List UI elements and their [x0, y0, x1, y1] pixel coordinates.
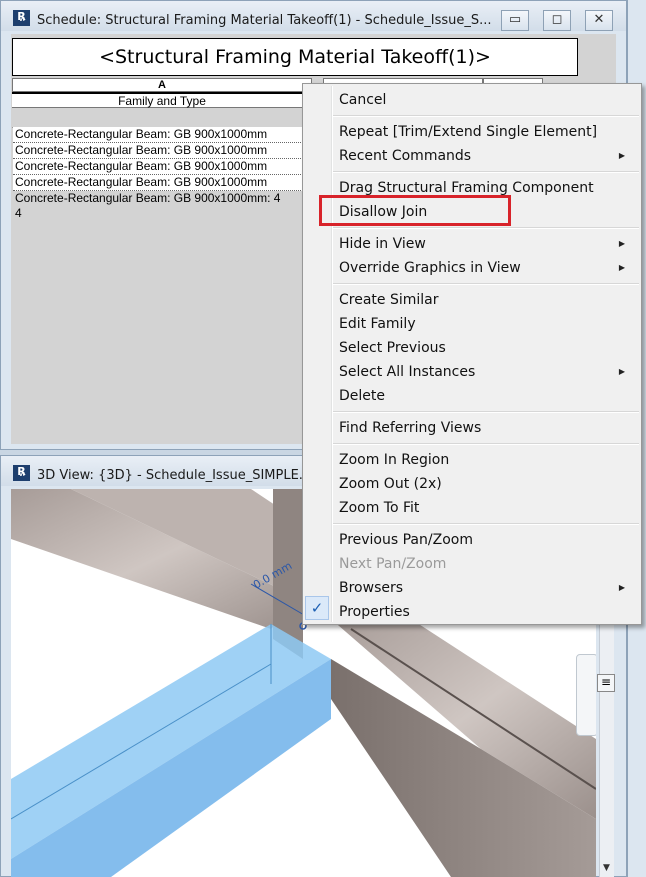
table-row[interactable]: Concrete-Rectangular Beam: GB 900x1000mm [13, 159, 313, 175]
menu-item-label: Zoom In Region [339, 452, 450, 468]
menu-item-edit-family[interactable]: Edit Family [339, 313, 635, 335]
menu-item-zoom-to-fit[interactable]: Zoom To Fit [339, 497, 635, 519]
menu-item-label: Browsers [339, 580, 404, 596]
menu-item-label: Cancel [339, 92, 387, 108]
menu-item-label: Delete [339, 388, 385, 404]
menu-item-properties[interactable]: Properties [339, 601, 635, 623]
menu-item-label: Zoom To Fit [339, 500, 420, 516]
menu-item-zoom-out[interactable]: Zoom Out (2x) [339, 473, 635, 495]
menu-item-create-similar[interactable]: Create Similar [339, 289, 635, 311]
column-name-family-type[interactable]: Family and Type [12, 92, 312, 108]
menu-separator [333, 171, 639, 173]
menu-item-label: Override Graphics in View [339, 260, 521, 276]
table-row[interactable]: Concrete-Rectangular Beam: GB 900x1000mm [13, 175, 313, 191]
navigation-bar[interactable] [576, 654, 596, 736]
submenu-arrow-icon: ▶ [618, 239, 625, 248]
menu-icon-gutter [331, 86, 333, 622]
menu-item-override-graphics[interactable]: Override Graphics in View ▶ [339, 257, 635, 279]
menu-item-label: Select Previous [339, 340, 446, 356]
revit-app-icon[interactable]: R VI [13, 10, 30, 26]
submenu-arrow-icon: ▶ [618, 367, 625, 376]
menu-separator [333, 283, 639, 285]
menu-separator [333, 523, 639, 525]
schedule-title[interactable]: <Structural Framing Material Takeoff(1)> [12, 38, 578, 76]
view-menu-icon[interactable]: ≡ [597, 674, 615, 692]
restore-button[interactable]: ◻ [543, 10, 571, 31]
menu-item-label: Drag Structural Framing Component [339, 180, 594, 196]
column-letter-a[interactable]: A [12, 78, 312, 92]
submenu-arrow-icon: ▶ [618, 151, 625, 160]
menu-item-previous-pan-zoom[interactable]: Previous Pan/Zoom [339, 529, 635, 551]
schedule-column-a-header: A Family and Type [12, 78, 312, 108]
menu-item-label: Select All Instances [339, 364, 476, 380]
submenu-arrow-icon: ▶ [618, 583, 625, 592]
schedule-total-row[interactable]: Concrete-Rectangular Beam: GB 900x1000mm… [13, 191, 315, 221]
minimize-button[interactable]: ▭ [501, 10, 529, 31]
table-row[interactable]: Concrete-Rectangular Beam: GB 900x1000mm [13, 143, 313, 159]
menu-item-label: Repeat [Trim/Extend Single Element] [339, 124, 598, 140]
menu-item-label: Hide in View [339, 236, 426, 252]
schedule-titlebar[interactable]: R VI Schedule: Structural Framing Materia… [1, 1, 626, 31]
schedule-window-title: Schedule: Structural Framing Material Ta… [37, 13, 492, 28]
menu-item-next-pan-zoom: Next Pan/Zoom [339, 553, 635, 575]
schedule-rows: Concrete-Rectangular Beam: GB 900x1000mm… [13, 127, 313, 191]
menu-separator [333, 115, 639, 117]
menu-item-hide-in-view[interactable]: Hide in View ▶ [339, 233, 635, 255]
menu-separator [333, 227, 639, 229]
menu-item-label: Edit Family [339, 316, 416, 332]
menu-item-label: Previous Pan/Zoom [339, 532, 473, 548]
total-count: 4 [15, 206, 22, 220]
close-button[interactable]: ✕ [585, 10, 613, 31]
menu-item-zoom-in-region[interactable]: Zoom In Region [339, 449, 635, 471]
menu-item-recent-commands[interactable]: Recent Commands ▶ [339, 145, 635, 167]
menu-separator [333, 411, 639, 413]
schedule-blank-row [12, 111, 312, 128]
table-row[interactable]: Concrete-Rectangular Beam: GB 900x1000mm [13, 127, 313, 143]
menu-item-select-previous[interactable]: Select Previous [339, 337, 635, 359]
revit-icon-sub: VI [19, 17, 25, 23]
menu-item-label: Zoom Out (2x) [339, 476, 442, 492]
menu-item-repeat[interactable]: Repeat [Trim/Extend Single Element] [339, 121, 635, 143]
scroll-down-arrow-icon[interactable]: ▼ [603, 863, 610, 873]
menu-separator [333, 443, 639, 445]
menu-item-label: Find Referring Views [339, 420, 482, 436]
total-row-label: Concrete-Rectangular Beam: GB 900x1000mm… [15, 191, 281, 205]
menu-item-label: Next Pan/Zoom [339, 556, 447, 572]
menu-item-label: Recent Commands [339, 148, 472, 164]
menu-item-label: Create Similar [339, 292, 439, 308]
revit-icon-sub: VI [19, 472, 25, 478]
menu-item-cancel[interactable]: Cancel [339, 89, 635, 111]
revit-app-icon[interactable]: R VI [13, 465, 30, 481]
menu-item-select-all-instances[interactable]: Select All Instances ▶ [339, 361, 635, 383]
menu-item-delete[interactable]: Delete [339, 385, 635, 407]
menu-item-label: Properties [339, 604, 410, 620]
disallow-join-highlight [319, 195, 511, 226]
submenu-arrow-icon: ▶ [618, 263, 625, 272]
menu-item-find-referring-views[interactable]: Find Referring Views [339, 417, 635, 439]
view3d-window-title: 3D View: {3D} - Schedule_Issue_SIMPLE.r [37, 468, 309, 483]
menu-item-browsers[interactable]: Browsers ▶ [339, 577, 635, 599]
context-menu: Cancel Repeat [Trim/Extend Single Elemen… [302, 83, 642, 625]
checkmark-icon: ✓ [305, 596, 329, 620]
